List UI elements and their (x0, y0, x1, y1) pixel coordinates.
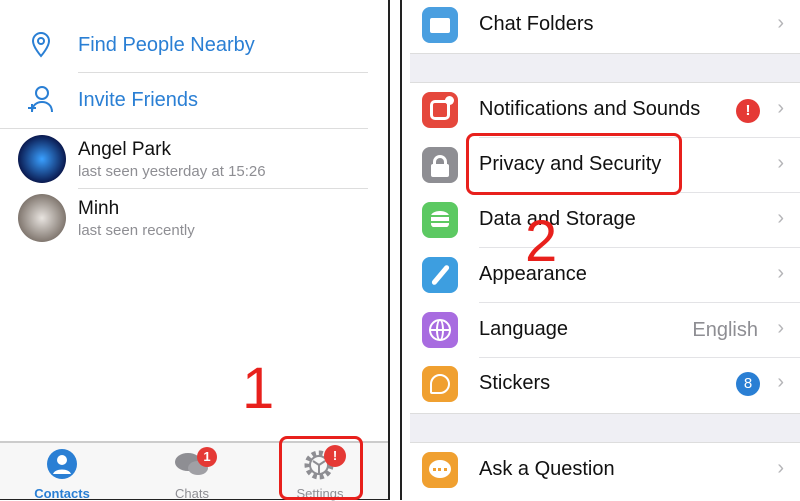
section-gap (410, 413, 800, 443)
contact-row[interactable]: Angel Park last seen yesterday at 15:26 (0, 130, 370, 188)
tab-chats[interactable]: 1 Chats (142, 443, 242, 501)
location-pin-icon (31, 31, 51, 58)
settings-item-stickers[interactable]: Stickers 8 › (402, 357, 800, 412)
section-gap (410, 53, 800, 83)
sticker-icon (422, 366, 458, 402)
find-people-nearby-label: Find People Nearby (78, 33, 255, 56)
contact-row[interactable]: Minh last seen recently (0, 190, 370, 248)
chevron-right-icon: › (777, 97, 784, 119)
chevron-right-icon: › (777, 207, 784, 229)
settings-screen: Chat Folders › Notifications and Sounds !… (400, 0, 800, 500)
step-annotation-1: 1 (242, 356, 275, 421)
lock-icon (422, 147, 458, 183)
invite-friends[interactable]: Invite Friends (0, 80, 370, 120)
settings-item-data-storage[interactable]: Data and Storage › (402, 193, 800, 248)
avatar (18, 194, 66, 242)
contacts-icon (47, 449, 77, 479)
chevron-right-icon: › (777, 317, 784, 339)
contact-name: Minh (78, 198, 120, 219)
chevron-right-icon: › (777, 457, 784, 479)
chats-badge: 1 (197, 447, 217, 467)
contacts-screen: Find People Nearby Invite Friends Angel … (0, 0, 390, 501)
contact-name: Angel Park (78, 139, 171, 160)
settings-item-appearance[interactable]: Appearance › (402, 248, 800, 303)
brush-icon (422, 257, 458, 293)
settings-item-language[interactable]: Language English › (402, 303, 800, 358)
contact-status: last seen yesterday at 15:26 (78, 163, 266, 180)
add-person-icon (28, 86, 53, 113)
highlight-settings-tab (279, 436, 363, 500)
notifications-badge: ! (736, 99, 760, 123)
stickers-badge: 8 (736, 372, 760, 396)
folder-icon (422, 7, 458, 43)
settings-item-notifications[interactable]: Notifications and Sounds ! › (402, 83, 800, 138)
highlight-privacy (466, 133, 682, 195)
invite-friends-label: Invite Friends (78, 88, 199, 111)
chevron-right-icon: › (777, 152, 784, 174)
settings-item-chat-folders[interactable]: Chat Folders › (402, 0, 800, 53)
chevron-right-icon: › (777, 12, 784, 34)
contact-status: last seen recently (78, 222, 195, 239)
chat-bubble-icon (422, 452, 458, 488)
database-icon (422, 202, 458, 238)
avatar (18, 135, 66, 183)
step-annotation-2: 2 (525, 209, 558, 274)
chevron-right-icon: › (777, 262, 784, 284)
find-people-nearby[interactable]: Find People Nearby (0, 25, 370, 65)
globe-icon (422, 312, 458, 348)
language-value: English (692, 319, 758, 341)
chevron-right-icon: › (777, 371, 784, 393)
tab-contacts[interactable]: Contacts (12, 443, 112, 501)
settings-item-ask-question[interactable]: Ask a Question › (402, 443, 800, 498)
notifications-icon (422, 92, 458, 128)
